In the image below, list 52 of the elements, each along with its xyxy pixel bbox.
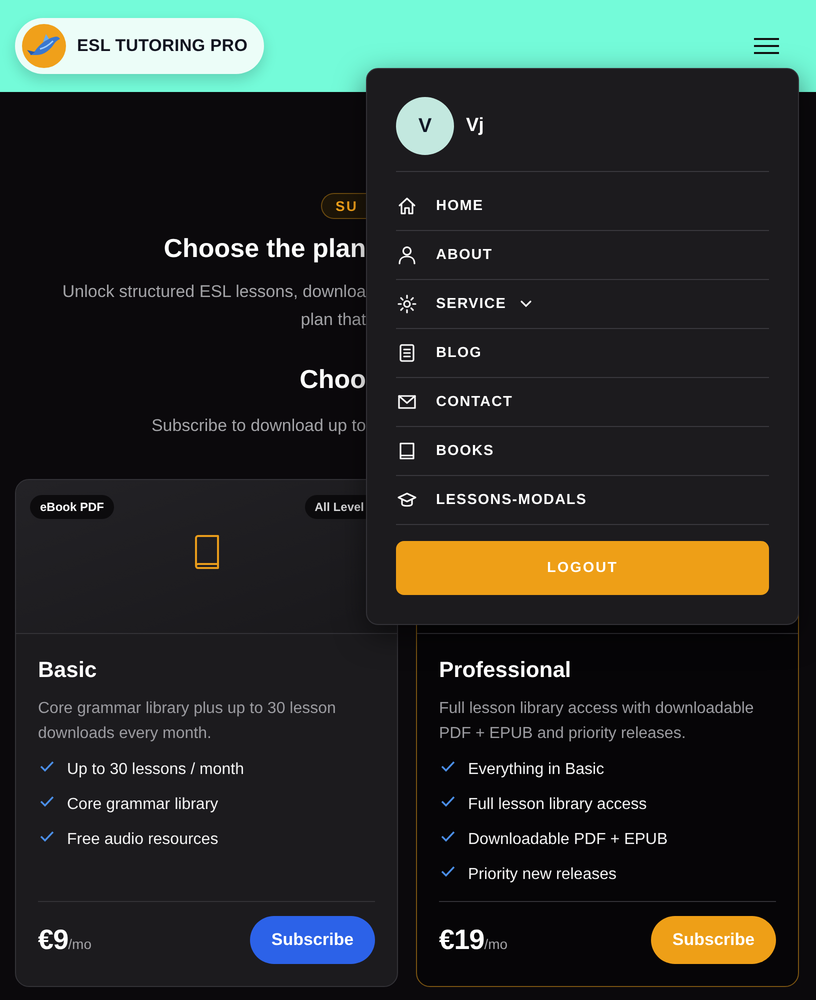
- menu-item[interactable]: LESSONS-MODALS: [396, 476, 769, 525]
- book-icon: [194, 535, 220, 569]
- page-heading: Choose the plan: [164, 232, 366, 264]
- card-tag: All Level: [304, 495, 366, 519]
- price-period: /mo: [484, 936, 508, 952]
- plan-name: Professional: [439, 656, 572, 684]
- menu-item[interactable]: BLOG: [396, 329, 769, 378]
- intro-text: plan that: [300, 309, 366, 331]
- card-tag: eBook PDF: [30, 495, 114, 519]
- check-icon: [441, 761, 455, 772]
- feature-text: Priority new releases: [468, 866, 616, 884]
- menu-item[interactable]: HOME: [396, 182, 769, 231]
- menu-icon[interactable]: [754, 38, 779, 54]
- price-period: /mo: [68, 936, 92, 952]
- plan-price: €9: [38, 924, 68, 956]
- section-badge: SU: [320, 193, 366, 219]
- menu-item[interactable]: SERVICE: [396, 280, 769, 329]
- feature-text: Up to 30 lessons / month: [67, 760, 244, 778]
- section-heading: Choo: [300, 363, 366, 395]
- menu-item[interactable]: CONTACT: [396, 378, 769, 427]
- intro-text: Unlock structured ESL lessons, downloa: [62, 281, 366, 303]
- chevron-down-icon: [520, 300, 532, 308]
- plan-description: Core grammar library plus up to 30 lesson downloads every month.: [38, 699, 337, 744]
- check-icon: [40, 761, 54, 772]
- book-icon: [397, 441, 417, 461]
- section-text: Subscribe to download up to: [151, 415, 366, 437]
- check-icon: [40, 796, 54, 807]
- logo-link[interactable]: ESL TUTORING PRO: [15, 18, 264, 74]
- feature-text: Core grammar library: [67, 796, 218, 814]
- check-icon: [40, 831, 54, 842]
- avatar: V: [396, 97, 454, 155]
- brand-name: ESL TUTORING PRO: [77, 36, 248, 56]
- feature-text: Full lesson library access: [468, 796, 647, 814]
- feature-text: Everything in Basic: [468, 760, 604, 778]
- plan-name: Basic: [38, 656, 98, 684]
- menu-item[interactable]: ABOUT: [396, 231, 769, 280]
- plan-price: €19: [439, 924, 484, 956]
- dolphin-icon: [22, 24, 66, 68]
- menu-item[interactable]: BOOKS: [396, 427, 769, 476]
- document-icon: [397, 343, 417, 363]
- envelope-icon: [397, 392, 417, 412]
- feature-text: Downloadable PDF + EPUB: [468, 830, 668, 848]
- subscribe-button[interactable]: Subscribe: [250, 916, 375, 964]
- user-name: Vj: [466, 115, 484, 137]
- plan-description: Full lesson library access with downloadable PDF + EPUB and priority releases.: [439, 699, 755, 744]
- check-icon: [441, 831, 455, 842]
- check-icon: [441, 796, 455, 807]
- home-icon: [397, 196, 417, 216]
- check-icon: [441, 866, 455, 877]
- person-icon: [397, 245, 417, 265]
- sun-icon: [397, 294, 417, 314]
- feature-text: Free audio resources: [67, 830, 218, 848]
